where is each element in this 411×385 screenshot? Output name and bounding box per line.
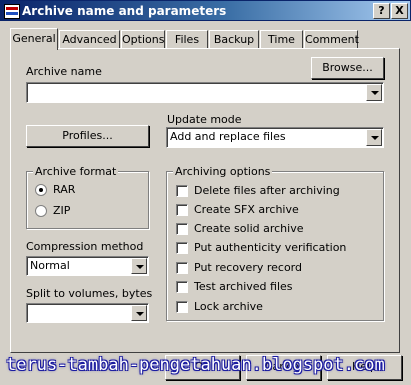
tab-advanced[interactable]: Advanced: [59, 30, 120, 49]
zip-label: ZIP: [53, 204, 71, 217]
test-archived-checkbox[interactable]: [176, 281, 188, 293]
rar-radio[interactable]: [35, 184, 47, 196]
split-volumes-dropdown-icon[interactable]: [131, 305, 147, 321]
authenticity-label: Put authenticity verification: [194, 241, 347, 254]
test-archived-label: Test archived files: [194, 280, 293, 293]
browse-button[interactable]: Browse...: [311, 57, 384, 79]
lock-archive-label: Lock archive: [194, 300, 263, 313]
update-mode-dropdown-icon[interactable]: [366, 129, 382, 146]
close-caption-button[interactable]: X: [391, 3, 408, 19]
create-sfx-checkbox[interactable]: [176, 204, 188, 216]
recovery-record-label: Put recovery record: [194, 261, 302, 274]
tab-options[interactable]: Options: [121, 30, 165, 49]
create-sfx-label: Create SFX archive: [194, 203, 299, 216]
split-volumes-combobox[interactable]: [26, 303, 149, 323]
zip-radio[interactable]: [35, 205, 47, 217]
help-caption-button[interactable]: ?: [373, 3, 390, 19]
authenticity-checkbox[interactable]: [176, 242, 188, 254]
archive-name-combobox[interactable]: [26, 82, 384, 103]
compression-method-value: Normal: [30, 259, 70, 272]
cancel-button[interactable]: Cancel: [246, 355, 321, 380]
tab-time[interactable]: Time: [260, 30, 303, 49]
lock-archive-checkbox[interactable]: [176, 301, 188, 313]
tab-files[interactable]: Files: [166, 30, 208, 49]
delete-files-label: Delete files after archiving: [194, 184, 340, 197]
delete-files-checkbox[interactable]: [176, 185, 188, 197]
tab-general[interactable]: General: [10, 28, 58, 50]
recovery-record-checkbox[interactable]: [176, 262, 188, 274]
archive-name-label: Archive name: [26, 65, 102, 78]
create-solid-label: Create solid archive: [194, 222, 304, 235]
archive-format-group: Archive format: [26, 165, 149, 229]
help-button[interactable]: Help: [327, 355, 402, 380]
tab-comment[interactable]: Comment: [304, 30, 359, 49]
archive-name-dropdown-icon[interactable]: [366, 84, 382, 101]
ok-button[interactable]: OK: [165, 355, 240, 380]
create-solid-checkbox[interactable]: [176, 223, 188, 235]
archive-format-title: Archive format: [33, 165, 119, 178]
archiving-options-title: Archiving options: [173, 165, 273, 178]
update-mode-value: Add and replace files: [170, 130, 286, 143]
update-mode-label: Update mode: [167, 113, 242, 126]
rar-label: RAR: [53, 183, 76, 196]
profiles-button[interactable]: Profiles...: [26, 125, 149, 147]
tab-backup[interactable]: Backup: [209, 30, 259, 49]
compression-method-label: Compression method: [26, 240, 144, 253]
winrar-app-icon: [4, 4, 20, 19]
compression-method-select[interactable]: Normal: [26, 256, 149, 276]
compression-method-dropdown-icon[interactable]: [131, 258, 147, 274]
window-title: Archive name and parameters: [22, 4, 227, 18]
split-volumes-label: Split to volumes, bytes: [26, 287, 153, 300]
title-bar: Archive name and parameters ? X: [0, 0, 411, 21]
update-mode-select[interactable]: Add and replace files: [166, 127, 384, 148]
